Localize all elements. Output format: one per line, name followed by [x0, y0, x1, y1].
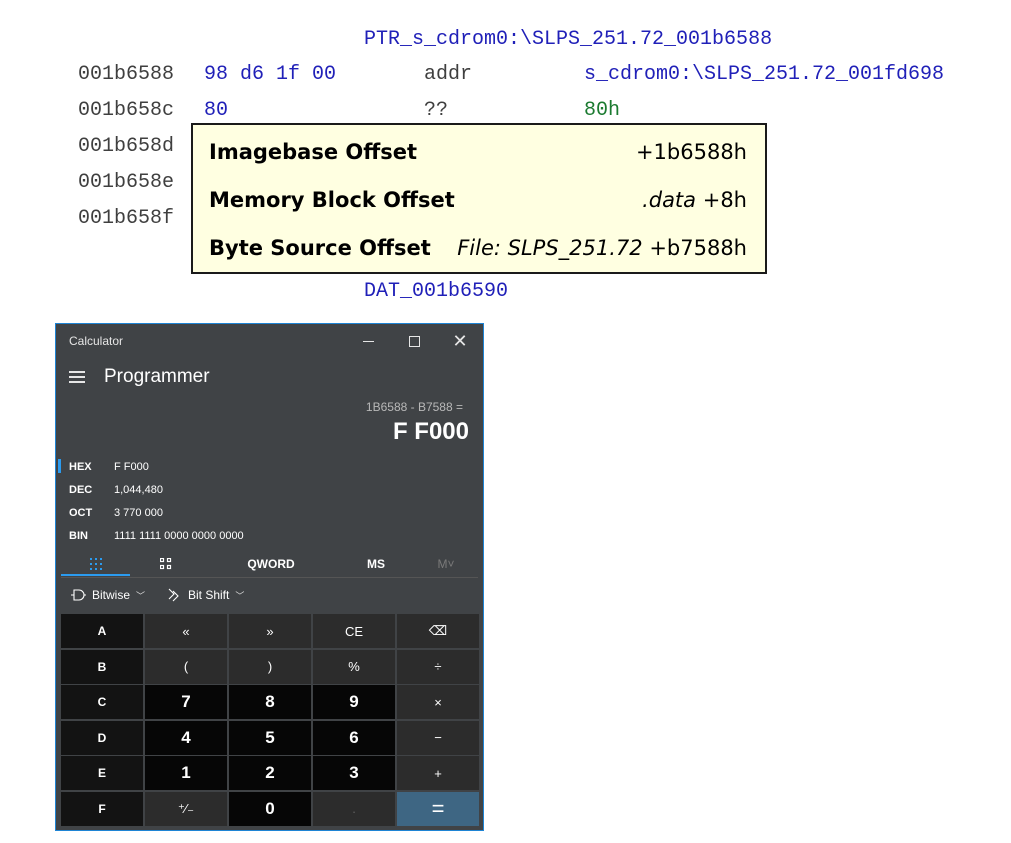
- full-keypad-tab[interactable]: [61, 552, 130, 576]
- selected-indicator: [58, 459, 61, 473]
- key-a[interactable]: A: [61, 614, 143, 648]
- open-paren-button[interactable]: (: [145, 649, 227, 684]
- word-size-button[interactable]: QWORD: [231, 552, 311, 576]
- percent-button[interactable]: %: [313, 649, 395, 684]
- chevron-down-icon: ﹀: [235, 590, 245, 601]
- digit-6[interactable]: 6: [313, 720, 395, 755]
- bitwise-dropdown[interactable]: Bitwise ﹀: [70, 588, 145, 602]
- digit-5[interactable]: 5: [229, 720, 311, 755]
- listing-mnemonic[interactable]: addr: [424, 63, 472, 87]
- minus-button[interactable]: −: [397, 720, 479, 755]
- bitshift-dropdown[interactable]: Bit Shift ﹀: [168, 588, 244, 602]
- radix-value: 1,044,480: [114, 484, 163, 496]
- expression-display: 1B6588 - B7588 =: [365, 400, 463, 414]
- radix-hex[interactable]: HEX F F000: [56, 457, 483, 479]
- radix-value: 3 770 000: [114, 507, 163, 519]
- result-display: F F000: [392, 418, 469, 445]
- tooltip-label: Memory Block Offset: [209, 188, 455, 212]
- rsh-button[interactable]: »: [229, 614, 311, 648]
- listing-address[interactable]: 001b6588: [78, 63, 174, 87]
- listing-bytes[interactable]: 80: [204, 99, 228, 123]
- listing-operand[interactable]: 80h: [584, 99, 620, 123]
- close-button[interactable]: ✕: [437, 324, 483, 358]
- tooltip-value: +1b6588h: [635, 140, 747, 164]
- digit-2[interactable]: 2: [229, 756, 311, 790]
- close-icon: ✕: [452, 331, 468, 351]
- tooltip-label: Imagebase Offset: [209, 140, 418, 164]
- listing-operand[interactable]: s_cdrom0:\SLPS_251.72_001fd698: [584, 63, 944, 87]
- bit-toggle-icon: [160, 558, 172, 570]
- digit-9[interactable]: 9: [313, 685, 395, 719]
- keypad-tabs: QWORD MS M˅: [56, 552, 483, 576]
- radix-oct[interactable]: OCT 3 770 000: [56, 503, 483, 525]
- backspace-button[interactable]: ⌫: [397, 614, 479, 648]
- memory-list-button[interactable]: M˅: [421, 552, 471, 576]
- close-paren-button[interactable]: ): [229, 649, 311, 684]
- listing-bytes[interactable]: 98 d6 1f 00: [204, 63, 336, 87]
- digit-3[interactable]: 3: [313, 756, 395, 790]
- plus-button[interactable]: +: [397, 756, 479, 790]
- multiply-button[interactable]: ×: [397, 685, 479, 719]
- radix-name: BIN: [69, 530, 88, 542]
- digit-8[interactable]: 8: [229, 685, 311, 719]
- radix-bin[interactable]: BIN 1111 1111 0000 0000 0000: [56, 526, 483, 548]
- key-d[interactable]: D: [61, 720, 143, 755]
- maximize-icon: [408, 335, 420, 347]
- tooltip-label: Byte Source Offset: [209, 236, 431, 260]
- clear-entry-button[interactable]: CE: [313, 614, 395, 648]
- lsh-button[interactable]: «: [145, 614, 227, 648]
- tooltip-row: Imagebase Offset +1b6588h: [209, 140, 747, 170]
- equals-button[interactable]: =: [397, 791, 479, 826]
- minimize-icon: [362, 340, 374, 342]
- key-b[interactable]: B: [61, 649, 143, 684]
- digit-0[interactable]: 0: [229, 791, 311, 826]
- minimize-button[interactable]: [345, 324, 391, 358]
- digit-4[interactable]: 4: [145, 720, 227, 755]
- bit-toggle-tab[interactable]: [131, 552, 201, 576]
- digit-1[interactable]: 1: [145, 756, 227, 790]
- data-label[interactable]: DAT_001b6590: [364, 280, 508, 304]
- divider: [61, 577, 478, 578]
- mode-title: Programmer: [104, 366, 210, 387]
- decimal-button[interactable]: .: [313, 791, 395, 826]
- keypad-grid-icon: [89, 558, 102, 570]
- title-bar[interactable]: Calculator ✕: [56, 324, 483, 358]
- tooltip-value: .data +8h: [642, 188, 747, 212]
- hamburger-menu-icon[interactable]: [69, 371, 85, 383]
- bitwise-label: Bitwise: [92, 588, 131, 602]
- radix-name: OCT: [69, 507, 93, 519]
- chevron-down-icon: ﹀: [136, 590, 146, 601]
- divide-button[interactable]: ÷: [397, 649, 479, 684]
- bitshift-label: Bit Shift: [188, 588, 230, 602]
- tooltip-value: File: SLPS_251.72 +b7588h: [457, 236, 747, 260]
- radix-name: DEC: [69, 484, 93, 496]
- listing-address[interactable]: 001b658c: [78, 99, 174, 123]
- key-c[interactable]: C: [61, 685, 143, 719]
- window-title: Calculator: [69, 334, 124, 348]
- negate-button[interactable]: ⁺⁄₋: [145, 791, 227, 826]
- radix-value: 1111 1111 0000 0000 0000: [114, 530, 244, 542]
- calculator-window: Calculator ✕ Programmer 1B6588 - B7588 =…: [55, 323, 484, 831]
- tooltip-row: Memory Block Offset .data +8h: [209, 188, 747, 218]
- bitwise-gate-icon: [71, 589, 86, 601]
- key-e[interactable]: E: [61, 756, 143, 790]
- bitshift-icon: [168, 588, 179, 602]
- listing-address[interactable]: 001b658d: [78, 135, 174, 159]
- offset-tooltip: Imagebase Offset +1b6588h Memory Block O…: [191, 123, 767, 274]
- pointer-label[interactable]: PTR_s_cdrom0:\SLPS_251.72_001b6588: [364, 28, 772, 52]
- memory-store-button[interactable]: MS: [346, 552, 406, 576]
- maximize-button[interactable]: [391, 324, 437, 358]
- active-tab-underline: [61, 574, 130, 576]
- bit-operations-bar: Bitwise ﹀ Bit Shift ﹀: [56, 582, 483, 612]
- listing-mnemonic[interactable]: ??: [424, 99, 448, 123]
- digit-7[interactable]: 7: [145, 685, 227, 719]
- key-f[interactable]: F: [61, 791, 143, 826]
- radix-dec[interactable]: DEC 1,044,480: [56, 480, 483, 502]
- keypad: A «» CE ⌫ B()% ÷ C 7 8 9 × D 4 5 6− E 1 2 3 + F ⁺⁄₋ 0. =: [61, 614, 480, 827]
- tooltip-row: Byte Source Offset File: SLPS_251.72 +b7…: [209, 236, 747, 266]
- listing-address[interactable]: 001b658e: [78, 171, 174, 195]
- listing-address[interactable]: 001b658f: [78, 207, 174, 231]
- radix-name: HEX: [69, 461, 92, 473]
- radix-value: F F000: [114, 461, 149, 473]
